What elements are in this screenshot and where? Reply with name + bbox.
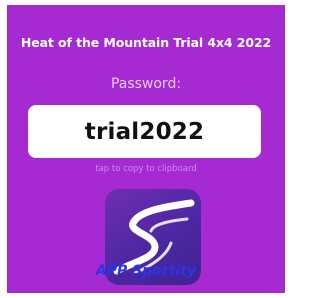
password-copy-box[interactable]: trial2022 — [28, 105, 261, 158]
app-name-label: APP Sportity — [95, 263, 197, 279]
logo-stroke-accent — [149, 217, 189, 233]
event-title: Heat of the Mountain Trial 4x4 2022 — [20, 35, 272, 50]
logo-stroke-main — [113, 199, 195, 275]
copy-hint: tap to copy to clipboard — [95, 164, 197, 174]
password-value: trial2022 — [84, 118, 205, 145]
password-card: Heat of the Mountain Trial 4x4 2022 Pass… — [7, 5, 285, 293]
password-label: Password: — [110, 76, 182, 92]
